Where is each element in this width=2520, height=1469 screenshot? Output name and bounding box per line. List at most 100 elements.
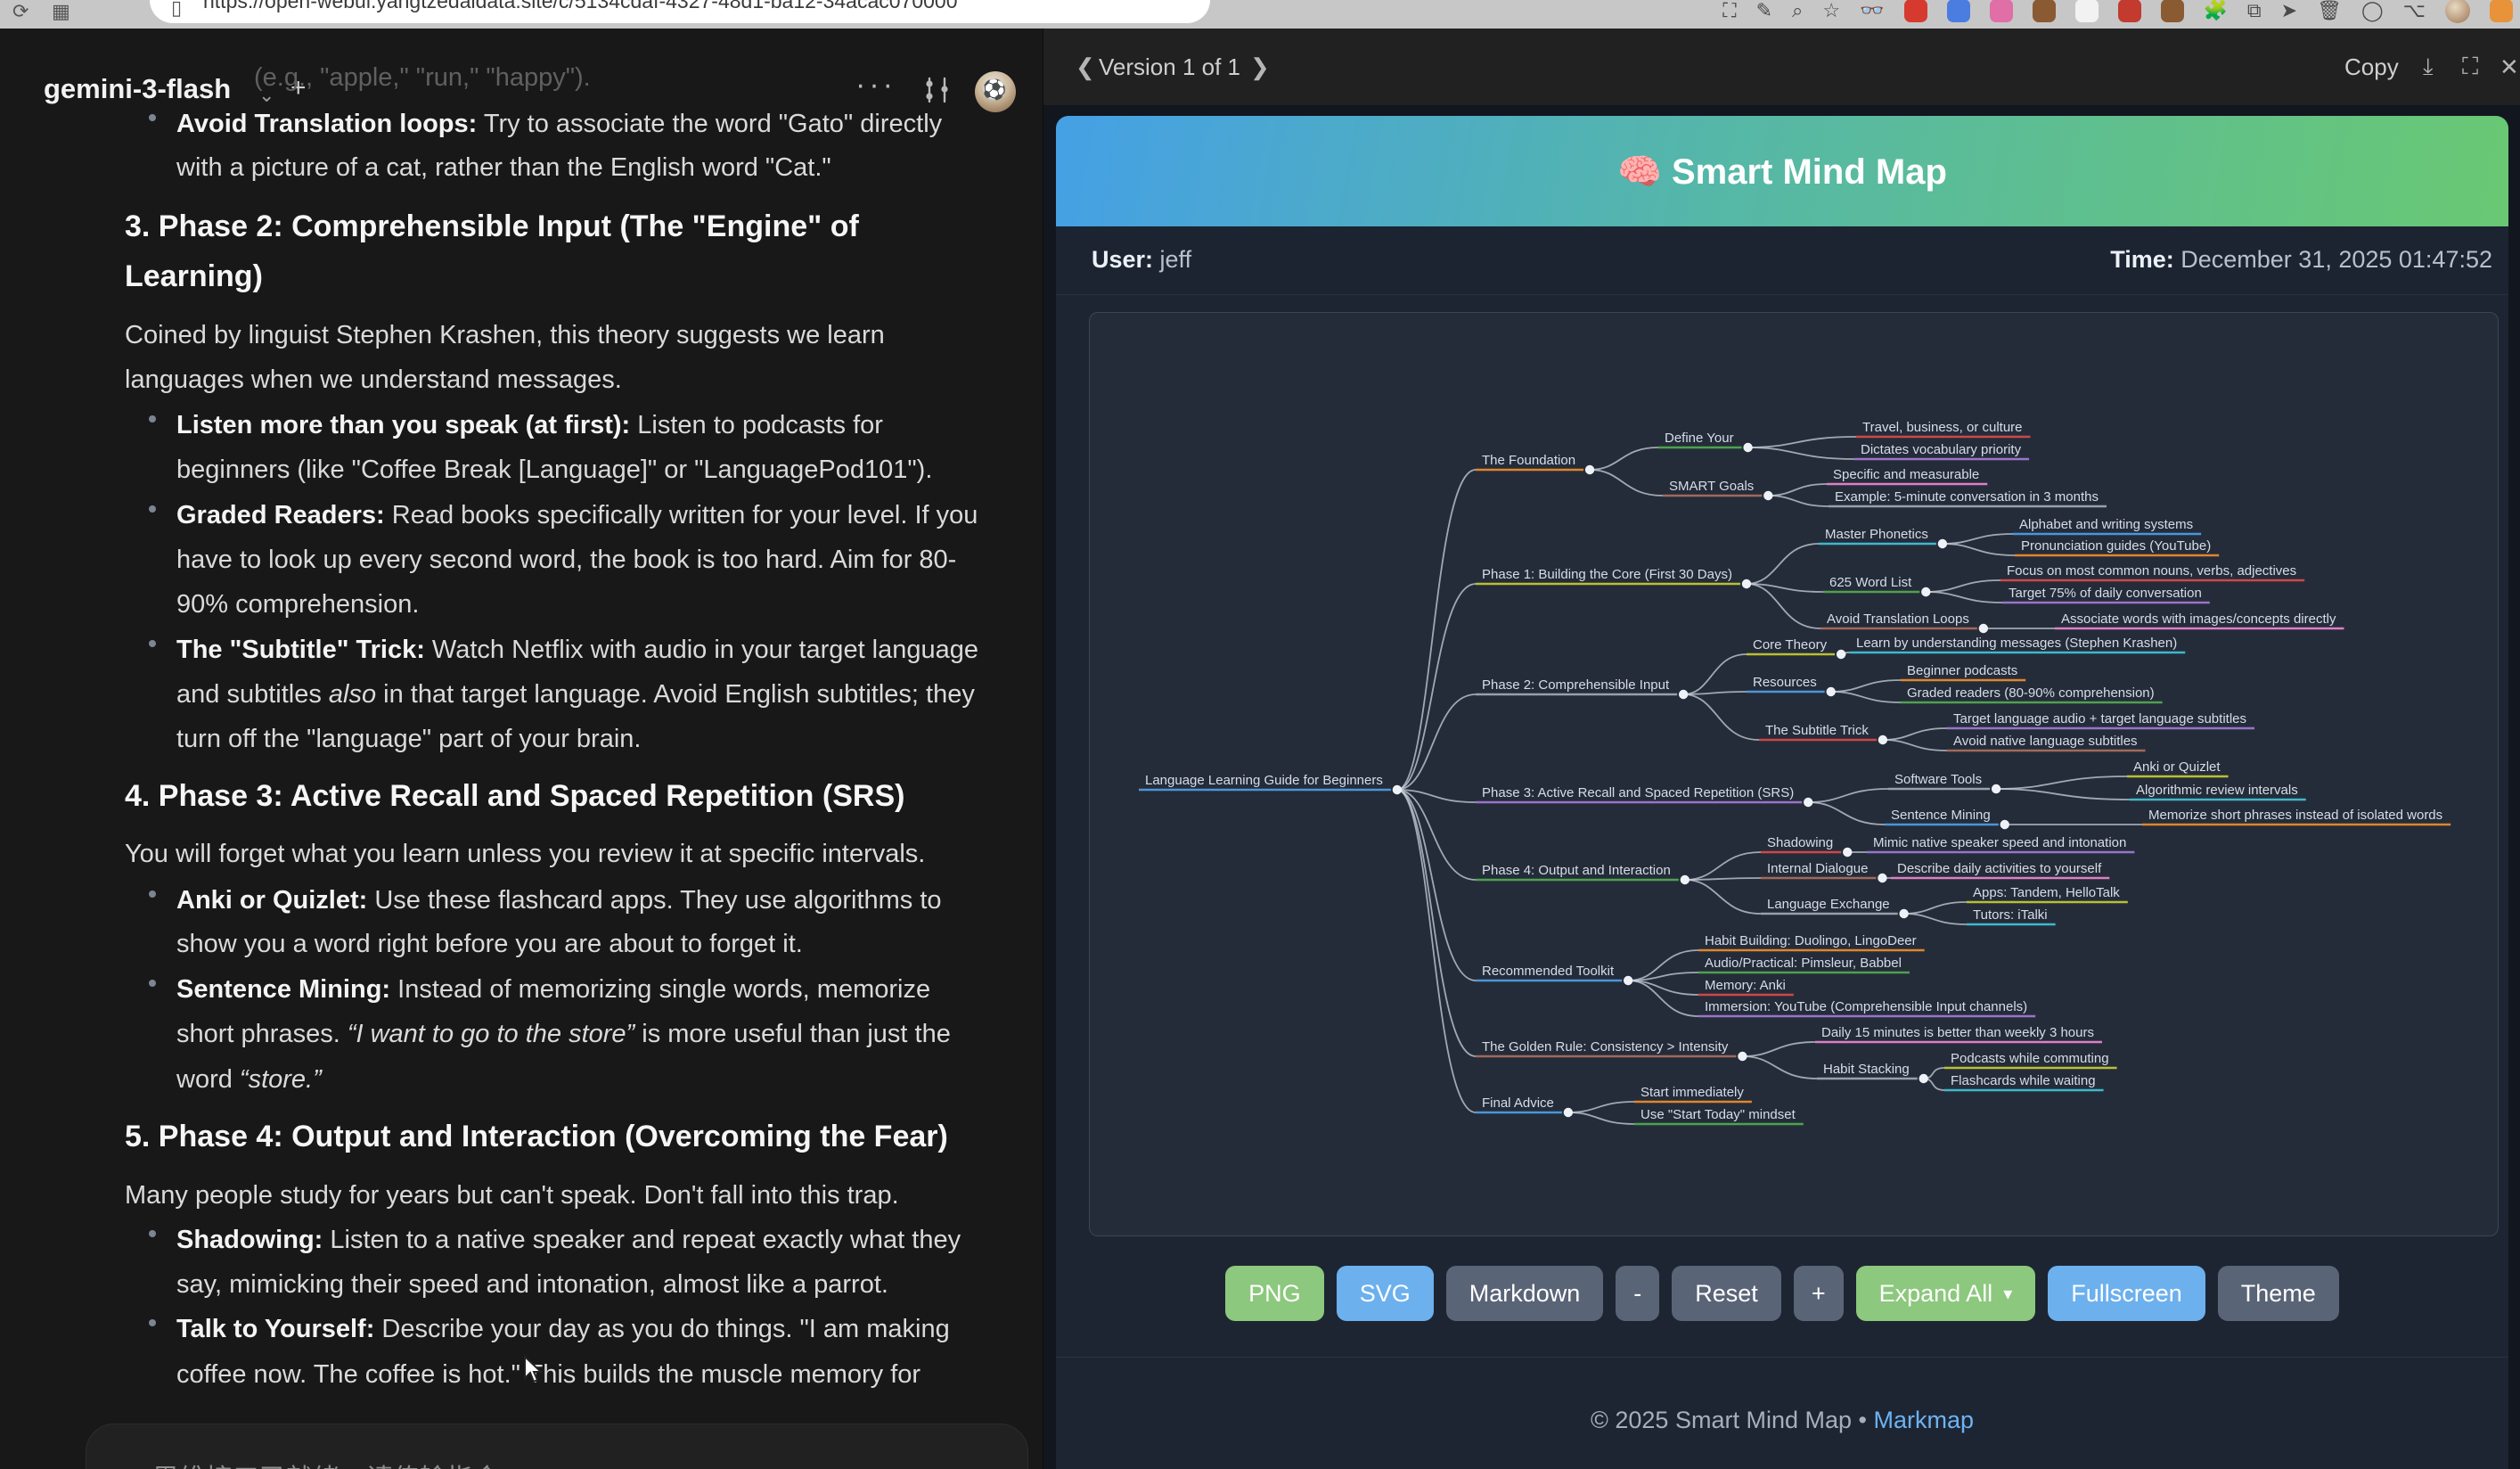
white-extension-icon[interactable] [2075,0,2099,22]
mindmap-node-toggle[interactable] [1843,848,1852,857]
mindmap-node-label[interactable]: Tutors: iTalki [1973,907,2048,923]
mindmap-node-toggle[interactable] [1585,465,1594,474]
puzzle-extensions-icon[interactable]: 🧩 [2204,0,2228,22]
mindmap-node-toggle[interactable] [1992,784,2000,793]
mindmap-node-label[interactable]: Habit Stacking [1823,1062,1910,1077]
blue-extension-icon[interactable] [1947,0,1970,22]
tab-overview-icon[interactable]: ⛶ [1722,0,1736,22]
mindmap-node-toggle[interactable] [1763,491,1772,500]
glasses-extension-icon[interactable]: 👓 [1860,0,1884,22]
monkey-extension-icon-2[interactable] [2161,0,2184,22]
orange-extension-icon[interactable] [2490,0,2513,22]
fullscreen-icon[interactable]: ⛶ [2462,29,2478,105]
pink-ca-extension-icon[interactable] [1990,0,2013,22]
copy-button[interactable]: Copy [2344,29,2399,105]
mindmap-button-png[interactable]: PNG [1225,1266,1324,1321]
mindmap-node-label[interactable]: Phase 3: Active Recall and Spaced Repeti… [1482,785,1794,800]
mindmap-node-toggle[interactable] [1743,443,1752,452]
mindmap-node-label[interactable]: Sentence Mining [1891,808,1991,823]
mindmap-node-label[interactable]: Beginner podcasts [1907,663,2017,678]
mindmap-button--[interactable]: - [1616,1266,1659,1321]
mindmap-node-label[interactable]: Recommended Toolkit [1482,964,1615,979]
mindmap-node-toggle[interactable] [1837,650,1845,659]
mindmap-node-label[interactable]: Start immediately [1640,1085,1744,1100]
mindmap-node-toggle[interactable] [2000,820,2009,829]
mindmap-node-toggle[interactable] [1681,875,1690,884]
mindmap-node-toggle[interactable] [1827,687,1836,696]
user-avatar[interactable]: ⚽ [975,71,1016,112]
mindmap-node-label[interactable]: Define Your [1665,431,1734,446]
download-icon[interactable]: ⤓ [2423,29,2434,105]
mindmap-node-label[interactable]: Avoid Translation Loops [1827,611,1969,627]
markmap-link[interactable]: Markmap [1873,1407,1974,1433]
mindmap-node-label[interactable]: Audio/Practical: Pimsleur, Babbel [1705,956,1902,971]
mindmap-node-label[interactable]: Habit Building: Duolingo, LingoDeer [1705,933,1917,948]
mindmap-node-label[interactable]: Phase 4: Output and Interaction [1482,863,1671,878]
mindmap-canvas[interactable]: Language Learning Guide for Beginners The… [1089,312,2499,1236]
chat-input[interactable]: 思维接口已就绪，请传输指令。 [86,1424,1028,1469]
mindmap-button-theme[interactable]: Theme [2218,1266,2339,1321]
split-view-icon[interactable]: ⧉ [2247,0,2262,22]
mindmap-node-label[interactable]: Internal Dialogue [1767,861,1868,876]
address-bar[interactable]: ▯ https://open-webui.yangtzedaidata.site… [150,0,1210,23]
mindmap-node-label[interactable]: Memory: Anki [1705,978,1786,993]
mindmap-node-label[interactable]: Avoid native language subtitles [1953,734,2138,749]
mindmap-node-label[interactable]: The Golden Rule: Consistency > Intensity [1482,1039,1729,1055]
mindmap-node-label[interactable]: Phase 2: Comprehensible Input [1482,677,1670,693]
mindmap-node-label[interactable]: 625 Word List [1829,575,1912,590]
controls-sliders-icon[interactable] [922,75,953,110]
search-icon[interactable]: ⌕ [1792,0,1803,22]
mindmap-node-label[interactable]: Memorize short phrases instead of isolat… [2148,808,2442,823]
mindmap-node-label[interactable]: Podcasts while commuting [1951,1051,2109,1066]
model-selector[interactable]: gemini-3-flash [44,73,231,105]
mindmap-node-label[interactable]: Associate words with images/concepts dir… [2061,611,2336,627]
mindmap-svg[interactable]: Language Learning Guide for Beginners The… [1089,312,2499,1236]
trash-icon[interactable]: 🗑 [2317,0,2342,22]
mindmap-node-label[interactable]: Flashcards while waiting [1951,1073,2096,1088]
version-prev-icon[interactable]: ❮ [1076,29,1095,105]
url-text[interactable]: https://open-webui.yangtzedaidata.site/c… [203,0,958,13]
mindmap-node-label[interactable]: Language Learning Guide for Beginners [1145,773,1383,788]
mindmap-node-label[interactable]: Phase 1: Building the Core (First 30 Day… [1482,567,1732,582]
mindmap-node-label[interactable]: Resources [1753,675,1817,690]
shortcut-icon[interactable]: ⌥ [2403,0,2426,22]
mindmap-node-label[interactable]: Final Advice [1482,1096,1554,1111]
mindmap-node-toggle[interactable] [1899,909,1908,918]
close-icon[interactable]: ✕ [2500,29,2519,105]
mindmap-node-label[interactable]: Describe daily activities to yourself [1897,861,2102,876]
reload-icon[interactable]: ⟳ [12,0,29,23]
mindmap-node-label[interactable]: Anki or Quizlet [2133,759,2221,775]
mindmap-node-toggle[interactable] [1804,798,1812,807]
mindmap-node-toggle[interactable] [1878,735,1887,744]
red-shield-extension-icon[interactable] [1904,0,1927,22]
mindmap-node-toggle[interactable] [1742,579,1751,588]
mindmap-node-label[interactable]: The Subtitle Trick [1765,723,1869,738]
mindmap-node-label[interactable]: Software Tools [1894,772,1982,787]
mindmap-node-toggle[interactable] [1738,1052,1747,1061]
mindmap-node-toggle[interactable] [1979,624,1988,633]
mindmap-node-label[interactable]: Learn by understanding messages (Stephen… [1856,636,2177,651]
mindmap-node-toggle[interactable] [1921,587,1930,596]
mindmap-node-label[interactable]: Pronunciation guides (YouTube) [2021,538,2211,554]
mindmap-node-label[interactable]: Daily 15 minutes is better than weekly 3… [1821,1025,2094,1040]
mindmap-button-fullscreen[interactable]: Fullscreen [2048,1266,2205,1321]
mindmap-node-label[interactable]: Algorithmic review intervals [2136,783,2298,798]
mindmap-node-label[interactable]: Example: 5-minute conversation in 3 mont… [1835,489,2099,505]
mindmap-node-label[interactable]: Graded readers (80-90% comprehension) [1907,685,2155,701]
edit-icon[interactable]: ✎ [1756,0,1772,22]
version-next-icon[interactable]: ❯ [1250,29,1270,105]
mindmap-node-label[interactable]: Travel, business, or culture [1862,420,2023,435]
mindmap-node-label[interactable]: Apps: Tandem, HelloTalk [1973,885,2120,900]
mindmap-button-svg[interactable]: SVG [1337,1266,1434,1321]
bookmark-star-icon[interactable]: ☆ [1822,0,1840,22]
mindmap-node-label[interactable]: Shadowing [1767,835,1833,850]
mindmap-node-label[interactable]: Target language audio + target language … [1953,711,2246,726]
mindmap-node-label[interactable]: The Foundation [1482,453,1575,468]
mindmap-node-label[interactable]: Use "Start Today" mindset [1640,1107,1796,1122]
more-options-icon[interactable]: ··· [855,68,896,103]
mindmap-node-toggle[interactable] [1878,874,1886,882]
mindmap-node-label[interactable]: Focus on most common nouns, verbs, adjec… [2007,563,2296,579]
cursor-tool-icon[interactable]: ➤ [2281,0,2297,22]
mindmap-node-label[interactable]: SMART Goals [1669,479,1754,494]
mindmap-node-toggle[interactable] [1624,976,1632,985]
